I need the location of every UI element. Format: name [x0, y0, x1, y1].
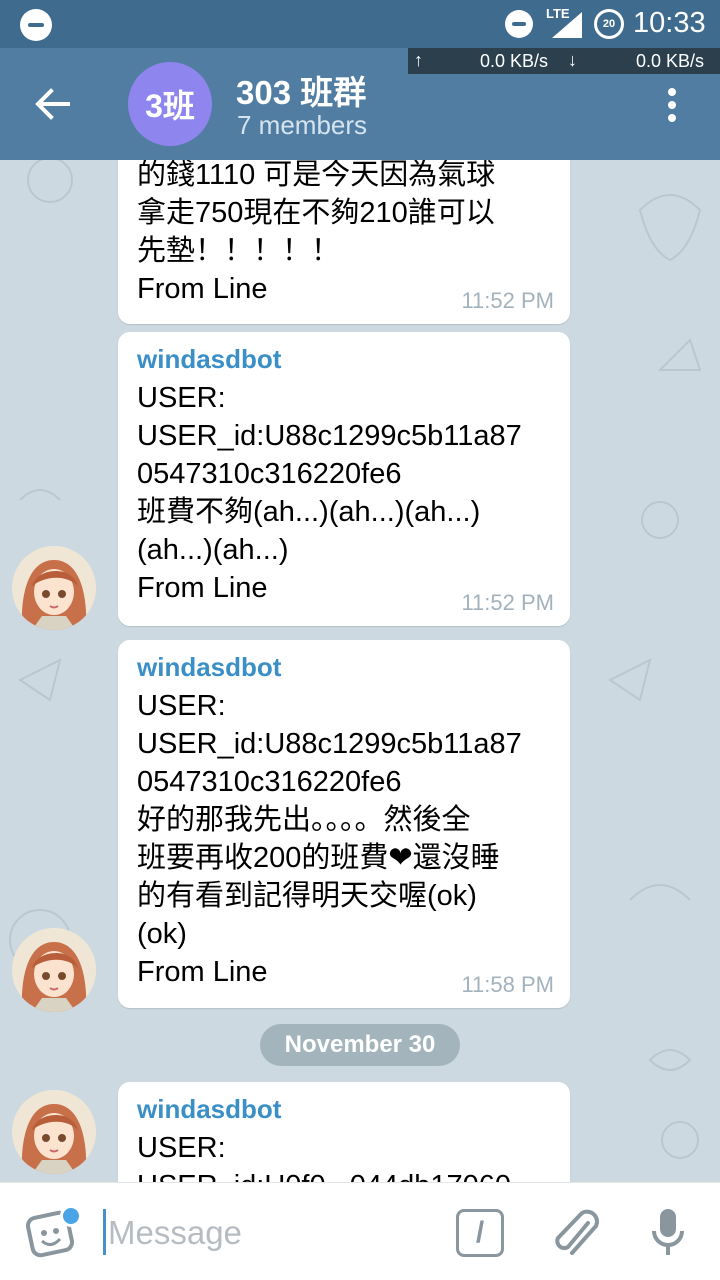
signal-icon	[552, 12, 582, 38]
more-vert-icon[interactable]	[656, 82, 688, 128]
user-avatar-icon	[12, 928, 96, 1012]
message-time: 11:58 PM	[461, 972, 554, 997]
user-avatar-icon	[12, 1090, 96, 1174]
back-button[interactable]	[22, 78, 82, 130]
message-list[interactable]: 的錢1110 可是今天因為氣球 拿走750現在不夠210誰可以 先墊！！！！！ …	[0, 160, 720, 1182]
chat-title[interactable]: 303 班群	[236, 66, 366, 114]
upload-arrow-icon: ↑	[414, 50, 423, 70]
paperclip-icon	[555, 1209, 599, 1255]
new-stickers-badge	[60, 1205, 82, 1227]
sender-name[interactable]: windasdbot	[137, 1094, 550, 1125]
avatar[interactable]	[12, 1090, 96, 1174]
status-time: 10:33	[633, 7, 706, 39]
battery-icon: 20	[594, 9, 624, 39]
message-time: 11:52 PM	[461, 590, 554, 615]
message-bubble[interactable]: 的錢1110 可是今天因為氣球 拿走750現在不夠210誰可以 先墊！！！！！ …	[118, 160, 570, 324]
attach-button[interactable]	[552, 1205, 600, 1261]
do-not-disturb-icon	[505, 10, 533, 38]
group-avatar[interactable]: 3班	[128, 62, 212, 146]
message-text: USER: USER_id:U0f0...044db17060	[137, 1132, 511, 1182]
notification-blocked-icon	[20, 9, 52, 41]
upload-speed: 0.0 KB/s	[480, 51, 549, 71]
download-arrow-icon: ↓	[568, 50, 577, 70]
message-bubble[interactable]: windasdbot USER: USER_id:U0f0...044db170…	[118, 1082, 570, 1182]
date-separator: November 30	[260, 1024, 460, 1066]
message-bubble[interactable]: windasdbot USER: USER_id:U88c1299c5b11a8…	[118, 640, 570, 1008]
net-speed-overlay: ↑ 0.0 KB/s ↓ 0.0 KB/s	[408, 48, 720, 74]
download-speed: 0.0 KB/s	[636, 51, 705, 71]
message-text: USER: USER_id:U88c1299c5b11a87 0547310c3…	[137, 382, 522, 604]
command-button[interactable]: /	[456, 1209, 504, 1257]
status-bar: LTE 20 10:33	[0, 0, 720, 48]
message-input[interactable]	[108, 1211, 428, 1255]
command-icon: /	[475, 1216, 485, 1249]
mic-button[interactable]	[648, 1205, 688, 1261]
avatar[interactable]	[12, 546, 96, 630]
message-time: 11:52 PM	[461, 288, 554, 313]
message-bubble[interactable]: windasdbot USER: USER_id:U88c1299c5b11a8…	[118, 332, 570, 626]
sender-name[interactable]: windasdbot	[137, 652, 550, 683]
message-text: 的錢1110 可是今天因為氣球 拿走750現在不夠210誰可以 先墊！！！！！ …	[137, 160, 496, 305]
avatar[interactable]	[12, 928, 96, 1012]
text-cursor	[103, 1209, 106, 1255]
mic-icon	[652, 1209, 684, 1255]
sender-name[interactable]: windasdbot	[137, 344, 550, 375]
user-avatar-icon	[12, 546, 96, 630]
back-arrow-icon	[35, 88, 70, 120]
message-composer: /	[0, 1182, 720, 1280]
member-count: 7 members	[237, 110, 368, 140]
message-text: USER: USER_id:U88c1299c5b11a87 0547310c3…	[137, 690, 522, 988]
